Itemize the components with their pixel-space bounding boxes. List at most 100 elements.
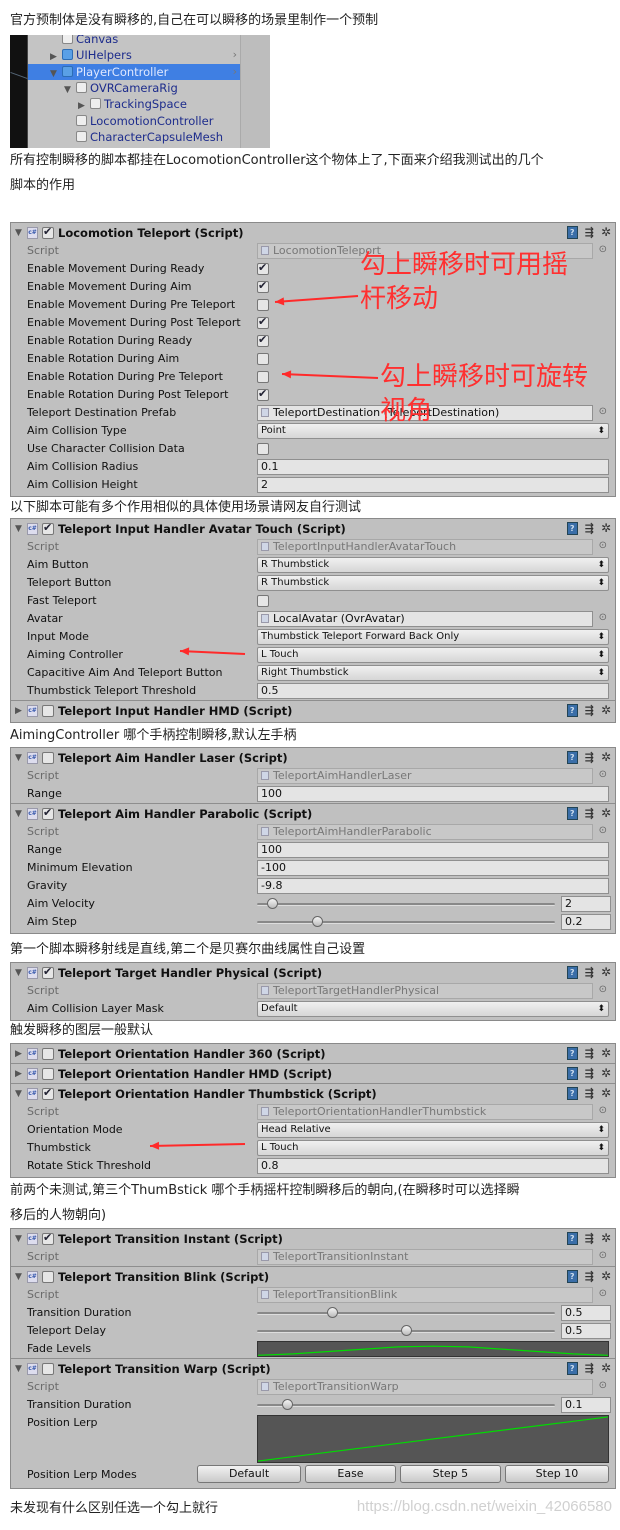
property-slider[interactable] (257, 1399, 555, 1410)
property-input[interactable]: -100 (257, 860, 609, 876)
property-dropdown[interactable]: R Thumbstick (257, 557, 609, 573)
gear-icon[interactable]: ✲ (601, 521, 611, 535)
lerp-mode-button[interactable]: Step 5 (399, 1465, 501, 1483)
gear-icon[interactable]: ✲ (601, 1046, 611, 1060)
property-checkbox[interactable] (257, 387, 269, 401)
component-enabled-checkbox[interactable] (42, 1086, 54, 1100)
help-book-icon[interactable]: ? (566, 1066, 578, 1080)
component-header[interactable]: ▼c# Teleport Target Handler Physical (Scr… (11, 963, 615, 982)
component-header[interactable]: ▼c# Locomotion Teleport (Script)? ⇶ ✲ (11, 223, 615, 242)
property-dropdown[interactable]: Right Thumbstick (257, 665, 609, 681)
property-dropdown[interactable]: L Touch (257, 647, 609, 663)
component-header[interactable]: ▼c# Teleport Orientation Handler Thumbsti… (11, 1084, 615, 1103)
foldout-expanded-icon[interactable]: ▼ (15, 228, 27, 238)
preset-sliders-icon[interactable]: ⇶ (585, 522, 594, 535)
lerp-mode-button[interactable]: Ease (305, 1465, 396, 1483)
component-header[interactable]: ▼c# Teleport Aim Handler Parabolic (Scrip… (11, 804, 615, 823)
component-header[interactable]: ▶ c# Teleport Input Handler HMD (Script)? ⇶… (11, 701, 615, 720)
property-checkbox[interactable] (257, 279, 269, 293)
help-book-icon[interactable]: ? (566, 1046, 578, 1060)
property-slider[interactable] (257, 916, 555, 927)
property-dropdown[interactable]: Head Relative (257, 1122, 609, 1138)
component-enabled-checkbox[interactable] (42, 1047, 54, 1060)
slider-thumb[interactable] (401, 1325, 412, 1336)
component-enabled-checkbox[interactable] (42, 806, 54, 820)
slider-value-input[interactable]: 0.2 (561, 914, 611, 930)
property-input[interactable]: 0.8 (257, 1158, 609, 1174)
property-input[interactable]: 2 (257, 477, 609, 493)
curve-field[interactable] (257, 1415, 609, 1463)
preset-sliders-icon[interactable]: ⇶ (585, 1270, 594, 1283)
property-dropdown[interactable]: Default (257, 1001, 609, 1017)
object-picker-icon[interactable]: ⊙ (599, 825, 607, 836)
component-header[interactable]: ▶ c# Teleport Orientation Handler 360 (Scr… (11, 1044, 615, 1063)
property-dropdown[interactable]: L Touch (257, 1140, 609, 1156)
gear-icon[interactable]: ✲ (601, 1361, 611, 1375)
slider-thumb[interactable] (311, 916, 323, 927)
hierarchy-item[interactable]: LocomotionController (28, 113, 240, 129)
object-picker-icon[interactable]: ⊙ (599, 612, 607, 623)
component-enabled-checkbox[interactable] (42, 225, 54, 239)
component-enabled-checkbox[interactable] (42, 751, 54, 764)
gear-icon[interactable]: ✲ (601, 750, 611, 764)
gear-icon[interactable]: ✲ (601, 1086, 611, 1100)
preset-sliders-icon[interactable]: ⇶ (585, 751, 594, 764)
hierarchy-item[interactable]: ▶ TrackingSpace (28, 96, 240, 112)
property-dropdown[interactable]: Thumbstick Teleport Forward Back Only (257, 629, 609, 645)
lerp-mode-button[interactable]: Default (197, 1465, 302, 1483)
component-enabled-checkbox[interactable] (42, 1231, 54, 1245)
object-picker-icon[interactable]: ⊙ (599, 1250, 607, 1261)
chevron-right-icon[interactable]: › (233, 64, 237, 80)
component-enabled-checkbox[interactable] (42, 1067, 54, 1080)
slider-thumb[interactable] (281, 1399, 293, 1410)
hierarchy-item[interactable]: Canvas (28, 35, 240, 47)
property-checkbox[interactable] (257, 333, 269, 347)
foldout-expanded-icon[interactable]: ▼ (15, 1234, 27, 1244)
slider-thumb[interactable] (326, 1307, 338, 1318)
component-enabled-checkbox[interactable] (42, 1362, 54, 1375)
property-slider[interactable] (257, 1325, 555, 1336)
lerp-mode-button[interactable]: Step 10 (504, 1465, 609, 1483)
component-enabled-checkbox[interactable] (42, 1270, 54, 1283)
property-input[interactable]: -9.8 (257, 878, 609, 894)
foldout-expanded-icon[interactable]: ▼ (15, 753, 27, 763)
object-picker-icon[interactable]: ⊙ (599, 1105, 607, 1116)
hierarchy-item[interactable]: ▶ UIHelpers › (28, 47, 240, 63)
property-input[interactable]: 0.1 (257, 459, 609, 475)
help-book-icon[interactable]: ? (566, 1269, 578, 1283)
chevron-right-icon[interactable]: › (233, 47, 237, 63)
component-header[interactable]: ▼ c# Teleport Transition Blink (Script)? ⇶ ✲ (11, 1267, 615, 1286)
help-book-icon[interactable]: ? (566, 225, 578, 239)
help-book-icon[interactable]: ? (566, 1361, 578, 1375)
preset-sliders-icon[interactable]: ⇶ (585, 226, 594, 239)
object-picker-icon[interactable]: ⊙ (599, 540, 607, 551)
slider-value-input[interactable]: 2 (561, 896, 611, 912)
property-input[interactable]: 100 (257, 786, 609, 802)
gear-icon[interactable]: ✲ (601, 703, 611, 717)
slider-value-input[interactable]: 0.1 (561, 1397, 611, 1413)
property-slider[interactable] (257, 898, 555, 909)
foldout-expanded-icon[interactable]: ▼ (15, 968, 27, 978)
object-picker-icon[interactable]: ⊙ (599, 769, 607, 780)
foldout-expanded-icon[interactable]: ▼ (15, 1089, 27, 1099)
component-enabled-checkbox[interactable] (42, 704, 54, 717)
property-checkbox[interactable] (257, 353, 269, 365)
help-book-icon[interactable]: ? (566, 750, 578, 764)
gear-icon[interactable]: ✲ (601, 1231, 611, 1245)
object-reference-field[interactable]: LocalAvatar (OvrAvatar) (257, 611, 593, 627)
preset-sliders-icon[interactable]: ⇶ (585, 704, 594, 717)
property-slider[interactable] (257, 1307, 555, 1318)
help-book-icon[interactable]: ? (566, 806, 578, 820)
foldout-expanded-icon[interactable]: ▼ (15, 524, 27, 534)
property-checkbox[interactable] (257, 315, 269, 329)
preset-sliders-icon[interactable]: ⇶ (585, 1047, 594, 1060)
gear-icon[interactable]: ✲ (601, 965, 611, 979)
foldout-collapsed-icon[interactable]: ▶ (15, 706, 27, 716)
property-checkbox[interactable] (257, 443, 269, 455)
gear-icon[interactable]: ✲ (601, 806, 611, 820)
foldout-expanded-icon[interactable]: ▼ (15, 809, 27, 819)
hierarchy-item[interactable]: CharacterCapsuleMesh (28, 129, 240, 145)
foldout-collapsed-icon[interactable]: ▶ (15, 1069, 27, 1079)
preset-sliders-icon[interactable]: ⇶ (585, 807, 594, 820)
help-book-icon[interactable]: ? (566, 1086, 578, 1100)
